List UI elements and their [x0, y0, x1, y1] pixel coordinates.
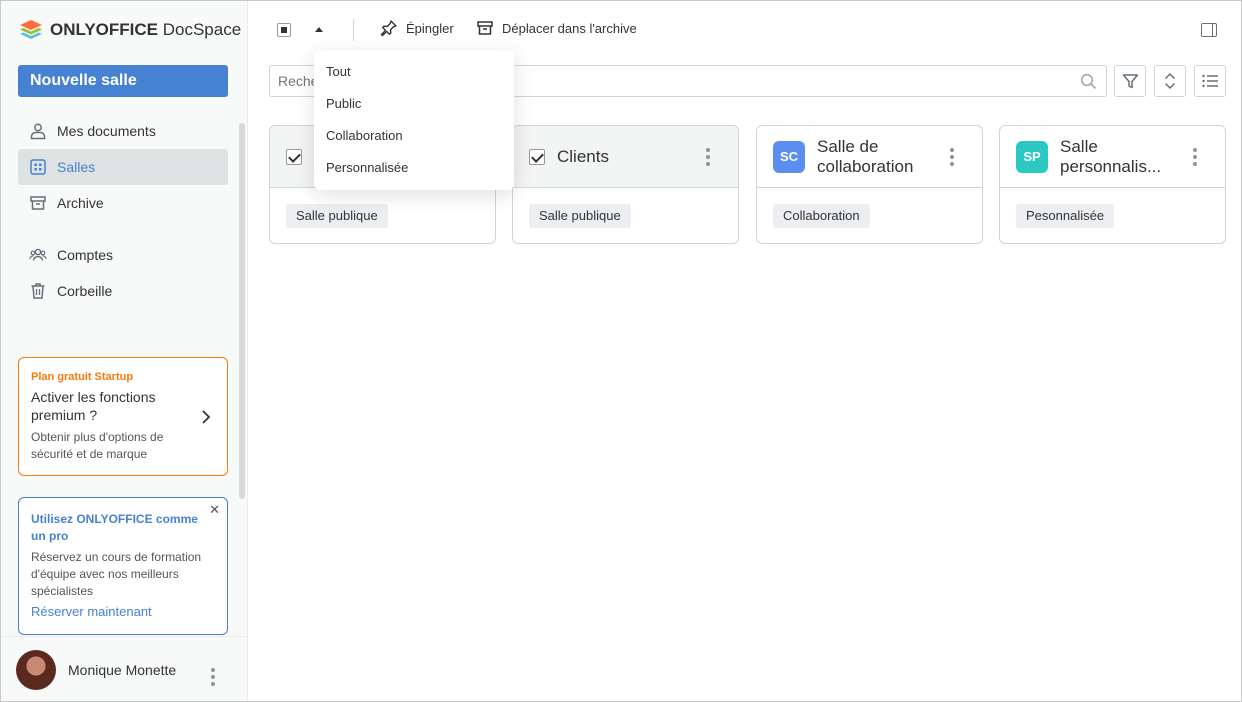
nav-trash[interactable]: Corbeille — [18, 273, 228, 309]
room-card-header: SC Salle de collaboration — [757, 126, 982, 188]
room-checkbox[interactable] — [286, 148, 302, 165]
archive-icon — [30, 196, 46, 210]
promo-training-link[interactable]: Réserver maintenant — [31, 604, 215, 619]
filter-icon — [1122, 73, 1138, 88]
archive-icon — [477, 21, 493, 35]
sidebar-scrollbar[interactable] — [239, 123, 245, 499]
sort-icon — [1164, 72, 1176, 90]
rooms-grid-icon — [30, 159, 46, 175]
promo-training-text: Réservez un cours de formation d'équipe … — [31, 550, 202, 598]
promo-training-card: ✕ Utilisez ONLYOFFICE comme un pro Réser… — [18, 497, 228, 635]
sidebar: ONLYOFFICE DocSpace Nouvelle salle Mes d… — [1, 1, 248, 701]
nav-accounts[interactable]: Comptes — [18, 237, 228, 273]
selection-caret-icon[interactable] — [315, 27, 323, 32]
toolbar-divider — [353, 19, 354, 41]
room-more-icon[interactable] — [950, 148, 954, 166]
room-checkbox[interactable] — [529, 148, 545, 165]
room-card[interactable]: SC Salle de collaboration Collaboration — [756, 125, 983, 244]
room-more-icon[interactable] — [706, 148, 710, 166]
avatar[interactable] — [16, 649, 56, 690]
room-title: Salle de collaboration — [817, 136, 914, 176]
room-title: Clients — [557, 146, 609, 166]
room-type-dropdown: Tout Public Collaboration Personnalisée — [314, 50, 514, 190]
nav-label: Comptes — [57, 247, 114, 263]
room-type-tag[interactable]: Collaboration — [773, 204, 870, 228]
trash-icon — [31, 283, 45, 299]
nav-label: Archive — [57, 195, 104, 211]
app-logo-text: ONLYOFFICE DocSpace — [50, 20, 242, 39]
nav-rooms[interactable]: Salles — [18, 149, 228, 185]
promo-training-title: Utilisez ONLYOFFICE comme un pro — [31, 512, 198, 543]
close-icon[interactable]: ✕ — [209, 502, 220, 518]
promo-premium-card[interactable]: Plan gratuit Startup Activer les fonctio… — [18, 357, 228, 476]
nav-archive[interactable]: Archive — [18, 185, 228, 221]
pin-button[interactable]: Épingler — [380, 19, 454, 37]
nav-label: Salles — [57, 159, 96, 175]
user-name: Monique Monette — [68, 661, 177, 678]
info-panel-icon[interactable] — [1201, 23, 1217, 37]
nav-label: Mes documents — [57, 123, 156, 139]
dropdown-item-all[interactable]: Tout — [314, 56, 514, 88]
promo-plan-tag: Plan gratuit Startup — [31, 371, 134, 383]
room-type-tag[interactable]: Salle publique — [286, 204, 388, 228]
room-card[interactable]: Clients Salle publique — [512, 125, 739, 244]
room-card-header: SP Salle personnalis... — [1000, 126, 1225, 188]
accounts-icon — [29, 248, 47, 261]
room-more-icon[interactable] — [1193, 148, 1197, 166]
move-to-archive-button[interactable]: Déplacer dans l'archive — [476, 19, 637, 37]
room-card[interactable]: SP Salle personnalis... Pesonnalisée — [999, 125, 1226, 244]
new-room-button[interactable]: Nouvelle salle — [18, 65, 228, 97]
promo-plan-text: Obtenir plus d'options de sécurité et de… — [31, 430, 164, 461]
pin-label: Épingler — [406, 20, 454, 36]
promo-plan-title: Activer les fonctions premium ? — [31, 389, 156, 423]
room-type-tag[interactable]: Salle publique — [529, 204, 631, 228]
room-title: Salle personnalis... — [1060, 136, 1162, 176]
room-badge: SP — [1016, 140, 1048, 173]
room-badge: SC — [773, 140, 805, 173]
dropdown-item-collaboration[interactable]: Collaboration — [314, 120, 514, 152]
room-type-tag[interactable]: Pesonnalisée — [1016, 204, 1115, 228]
chevron-right-icon — [202, 410, 211, 424]
sort-button[interactable] — [1154, 65, 1186, 97]
pin-icon — [380, 20, 397, 37]
dropdown-item-public[interactable]: Public — [314, 88, 514, 120]
search-icon[interactable] — [1080, 73, 1097, 90]
app-logo[interactable]: ONLYOFFICE DocSpace — [18, 17, 241, 43]
room-card-header: Clients — [513, 126, 738, 188]
select-all-checkbox[interactable] — [277, 23, 291, 37]
onlyoffice-logo-icon — [20, 20, 42, 39]
nav-label: Corbeille — [57, 283, 113, 299]
view-toggle-button[interactable] — [1194, 65, 1226, 97]
nav-my-documents[interactable]: Mes documents — [18, 113, 228, 149]
user-icon — [30, 123, 46, 140]
user-profile[interactable]: Monique Monette — [1, 636, 248, 702]
user-more-icon[interactable] — [211, 668, 215, 686]
archive-label: Déplacer dans l'archive — [502, 20, 637, 36]
filter-button[interactable] — [1114, 65, 1146, 97]
dropdown-item-custom[interactable]: Personnalisée — [314, 152, 514, 184]
list-view-icon — [1202, 74, 1218, 88]
